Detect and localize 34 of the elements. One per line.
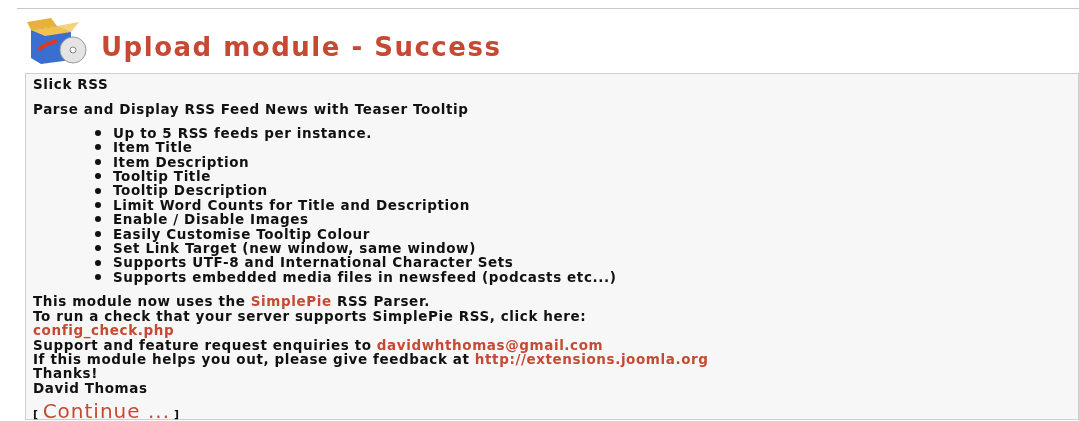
feature-item: Supports embedded media files in newsfeed (podcasts etc...): [113, 269, 617, 285]
feature-item: Item Title: [113, 140, 193, 155]
continue-link[interactable]: Continue ...: [42, 400, 170, 421]
feature-item: Tooltip Description: [113, 183, 268, 198]
link[interactable]: SimplePie: [250, 293, 332, 310]
feature-item: Item Description: [113, 154, 250, 170]
bullet-icon: [95, 245, 101, 252]
text-line: Thanks!: [33, 365, 98, 382]
bracket: ]: [174, 407, 180, 421]
text-line: David Thomas: [33, 379, 148, 396]
module-name: Slick RSS: [33, 77, 109, 92]
bullet-icon: [95, 216, 101, 223]
feature-item: Limit Word Counts for Title and Description: [113, 197, 470, 213]
feature-item: Set Link Target (new window, same window): [113, 241, 476, 256]
feature-item: Easily Customise Tooltip Colour: [113, 226, 370, 242]
text-line: This module now uses the SimplePie RSS Parser.: [33, 293, 430, 310]
bullet-icon: [95, 202, 101, 209]
bullet-icon: [95, 274, 101, 281]
bullet-icon: [95, 173, 101, 180]
bullet-icon: [95, 144, 101, 151]
bullet-icon: [95, 130, 101, 136]
link[interactable]: davidwhthomas@gmail.com: [376, 336, 604, 353]
bracket: [: [33, 407, 39, 421]
page-title: Upload module - Success: [101, 30, 502, 64]
bullet-icon: [95, 187, 101, 194]
module-description: Parse and Display RSS Feed News with Teaser Tooltip: [33, 101, 469, 118]
bullet-icon: [95, 259, 101, 266]
link[interactable]: config_check.php: [33, 322, 175, 339]
bullet-icon: [95, 230, 101, 237]
bullet-icon: [95, 158, 101, 165]
feature-item: Tooltip Title: [113, 169, 211, 184]
feature-item: Enable / Disable Images: [113, 212, 309, 227]
feature-item: Up to 5 RSS feeds per instance.: [113, 125, 372, 141]
feature-item: Supports UTF-8 and International Character Sets: [113, 255, 514, 270]
